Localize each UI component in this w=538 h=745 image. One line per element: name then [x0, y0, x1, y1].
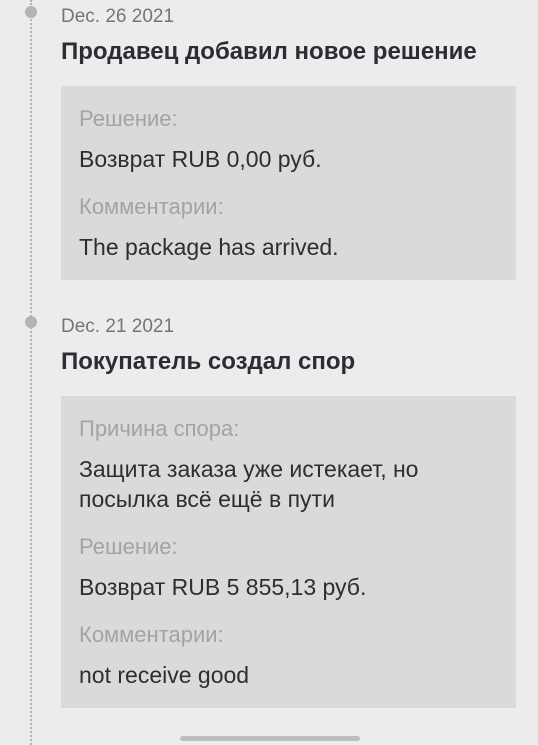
dispute-reason-value: Защита заказа уже истекает, но посылка в… — [79, 456, 419, 512]
dispute-reason-label: Причина спора: — [79, 416, 240, 441]
timeline-line — [30, 0, 32, 745]
comments-value: The package has arrived. — [79, 234, 339, 260]
event-date: Dec. 21 2021 — [61, 316, 175, 337]
resolution-label: Решение: — [79, 106, 178, 131]
timeline-dot-2 — [25, 316, 37, 328]
resolution-value: Возврат RUB 0,00 руб. — [79, 146, 322, 172]
timeline-dot-1 — [25, 6, 37, 18]
event-title: Продавец добавил новое решение — [61, 38, 477, 65]
comments-label: Комментарии: — [79, 622, 224, 647]
event-date: Dec. 26 2021 — [61, 6, 175, 27]
resolution-value: Возврат RUB 5 855,13 руб. — [79, 574, 367, 600]
comments-label: Комментарии: — [79, 194, 224, 219]
event-details-card: Причина спора: Защита заказа уже истекае… — [61, 396, 516, 708]
timeline-event-1: Dec. 26 2021 Продавец добавил новое реше… — [61, 6, 516, 280]
event-details-card: Решение: Возврат RUB 0,00 руб. Комментар… — [61, 86, 516, 280]
resolution-label: Решение: — [79, 534, 178, 559]
timeline-event-2: Dec. 21 2021 Покупатель создал спор Прич… — [61, 316, 516, 708]
event-title: Покупатель создал спор — [61, 348, 356, 375]
home-indicator[interactable] — [180, 736, 360, 741]
comments-value: not receive good — [79, 662, 250, 688]
